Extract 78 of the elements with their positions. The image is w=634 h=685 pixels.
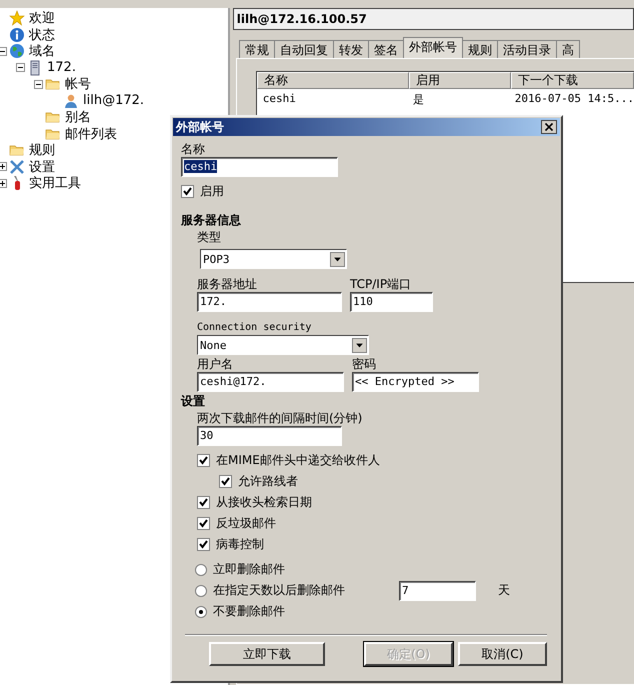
tree-item[interactable]: 欢迎 — [29, 9, 55, 28]
tree-item[interactable]: 状态 — [29, 26, 55, 44]
interval-field[interactable]: 30 — [197, 426, 342, 446]
checkbox[interactable] — [197, 517, 210, 530]
checkbox-label: 病毒控制 — [216, 536, 264, 553]
tab[interactable]: 自动回复 — [274, 40, 334, 58]
table-cell-text: 是 — [412, 92, 425, 107]
table-cell-text: ceshi — [262, 92, 297, 107]
radio-label: 不要删除邮件 — [213, 603, 286, 620]
star-icon — [9, 10, 25, 26]
checkbox-label: 允许路线者 — [238, 473, 298, 490]
password-field[interactable]: << Encrypted >> — [352, 372, 479, 392]
field-label: Connection security — [197, 321, 312, 335]
tree-item[interactable]: 别名 — [65, 108, 91, 126]
checkbox-label: 启用 — [200, 183, 224, 200]
checkbox-label: 在MIME邮件头中递交给收件人 — [216, 452, 380, 469]
checkbox[interactable] — [197, 496, 210, 509]
tools-icon — [9, 158, 25, 175]
field-label: 类型 — [197, 230, 222, 245]
tab[interactable]: 规则 — [462, 40, 498, 58]
field-label: 名称 — [181, 142, 206, 157]
tree-item[interactable]: 邮件列表 — [65, 124, 117, 143]
tab[interactable]: 转发 — [332, 40, 369, 58]
tree-item[interactable]: 172. — [47, 60, 76, 76]
field-label: 服务器地址 — [197, 277, 258, 292]
close-icon[interactable] — [541, 120, 557, 134]
expand-icon[interactable] — [0, 162, 6, 172]
server-address-field[interactable]: 172. — [197, 292, 342, 312]
checkbox[interactable] — [219, 475, 232, 488]
field-label: 两次下载邮件的间隔时间(分钟) — [197, 411, 364, 426]
tab[interactable]: 活动目录 — [496, 40, 557, 58]
username-field[interactable]: ceshi@172. — [197, 372, 344, 392]
radio-label: 立即删除邮件 — [213, 561, 286, 578]
section-heading: 设置 — [181, 393, 206, 409]
checkbox-label: 从接收头检索日期 — [216, 494, 312, 511]
tree-item[interactable]: 实用工具 — [29, 174, 81, 192]
column-header[interactable]: 启用 — [408, 72, 511, 89]
field-label: 用户名 — [197, 357, 234, 372]
dialog-button[interactable]: 取消(C) — [458, 642, 547, 666]
collapse-icon[interactable] — [0, 46, 6, 56]
tree-item[interactable]: 域名 — [29, 42, 55, 60]
field-label: TCP/IP端口 — [350, 277, 412, 292]
field-label: 密码 — [352, 357, 377, 372]
tree-item[interactable]: 规则 — [29, 141, 55, 160]
security-dropdown[interactable]: None — [197, 335, 369, 355]
tab[interactable]: 高 — [556, 40, 580, 58]
port-field[interactable]: 110 — [350, 292, 433, 312]
tree-item[interactable]: lilh@172. — [83, 93, 144, 108]
radio-label: 在指定天数以后删除邮件 — [213, 582, 346, 599]
tab[interactable]: 签名 — [368, 40, 404, 58]
collapse-icon[interactable] — [34, 80, 42, 89]
tab[interactable]: 外部帐号 — [402, 37, 463, 58]
radio-button[interactable] — [195, 606, 207, 618]
name-field[interactable]: ceshi — [181, 157, 338, 177]
expand-icon[interactable] — [0, 178, 6, 188]
info-icon — [9, 26, 25, 43]
radio-button[interactable] — [195, 564, 207, 576]
account-header: lilh@172.16.100.57 — [232, 8, 634, 30]
tree-item[interactable]: 设置 — [29, 158, 55, 176]
unit-label: 天 — [498, 582, 510, 599]
checkbox-label: 反垃圾邮件 — [216, 515, 276, 532]
tree-item[interactable]: 帐号 — [65, 75, 91, 94]
column-header[interactable]: 下一个下载 — [510, 72, 634, 89]
checkbox[interactable] — [197, 454, 210, 467]
dialog-button[interactable]: 立即下载 — [209, 642, 325, 666]
section-heading: 服务器信息 — [181, 212, 242, 228]
dialog-title: 外部帐号 — [176, 118, 224, 136]
tab[interactable]: 常规 — [238, 40, 275, 58]
days-field[interactable]: 7 — [399, 580, 476, 600]
type-dropdown[interactable]: POP3 — [200, 249, 347, 269]
checkbox[interactable] — [181, 185, 194, 198]
radio-button[interactable] — [195, 584, 207, 596]
checkbox[interactable] — [197, 538, 210, 551]
column-header[interactable]: 名称 — [256, 72, 409, 89]
collapse-icon[interactable] — [16, 63, 24, 72]
user-icon — [63, 92, 79, 109]
globe-icon — [9, 43, 25, 60]
table-cell-text: 2016-07-05 14:5... — [514, 92, 634, 107]
